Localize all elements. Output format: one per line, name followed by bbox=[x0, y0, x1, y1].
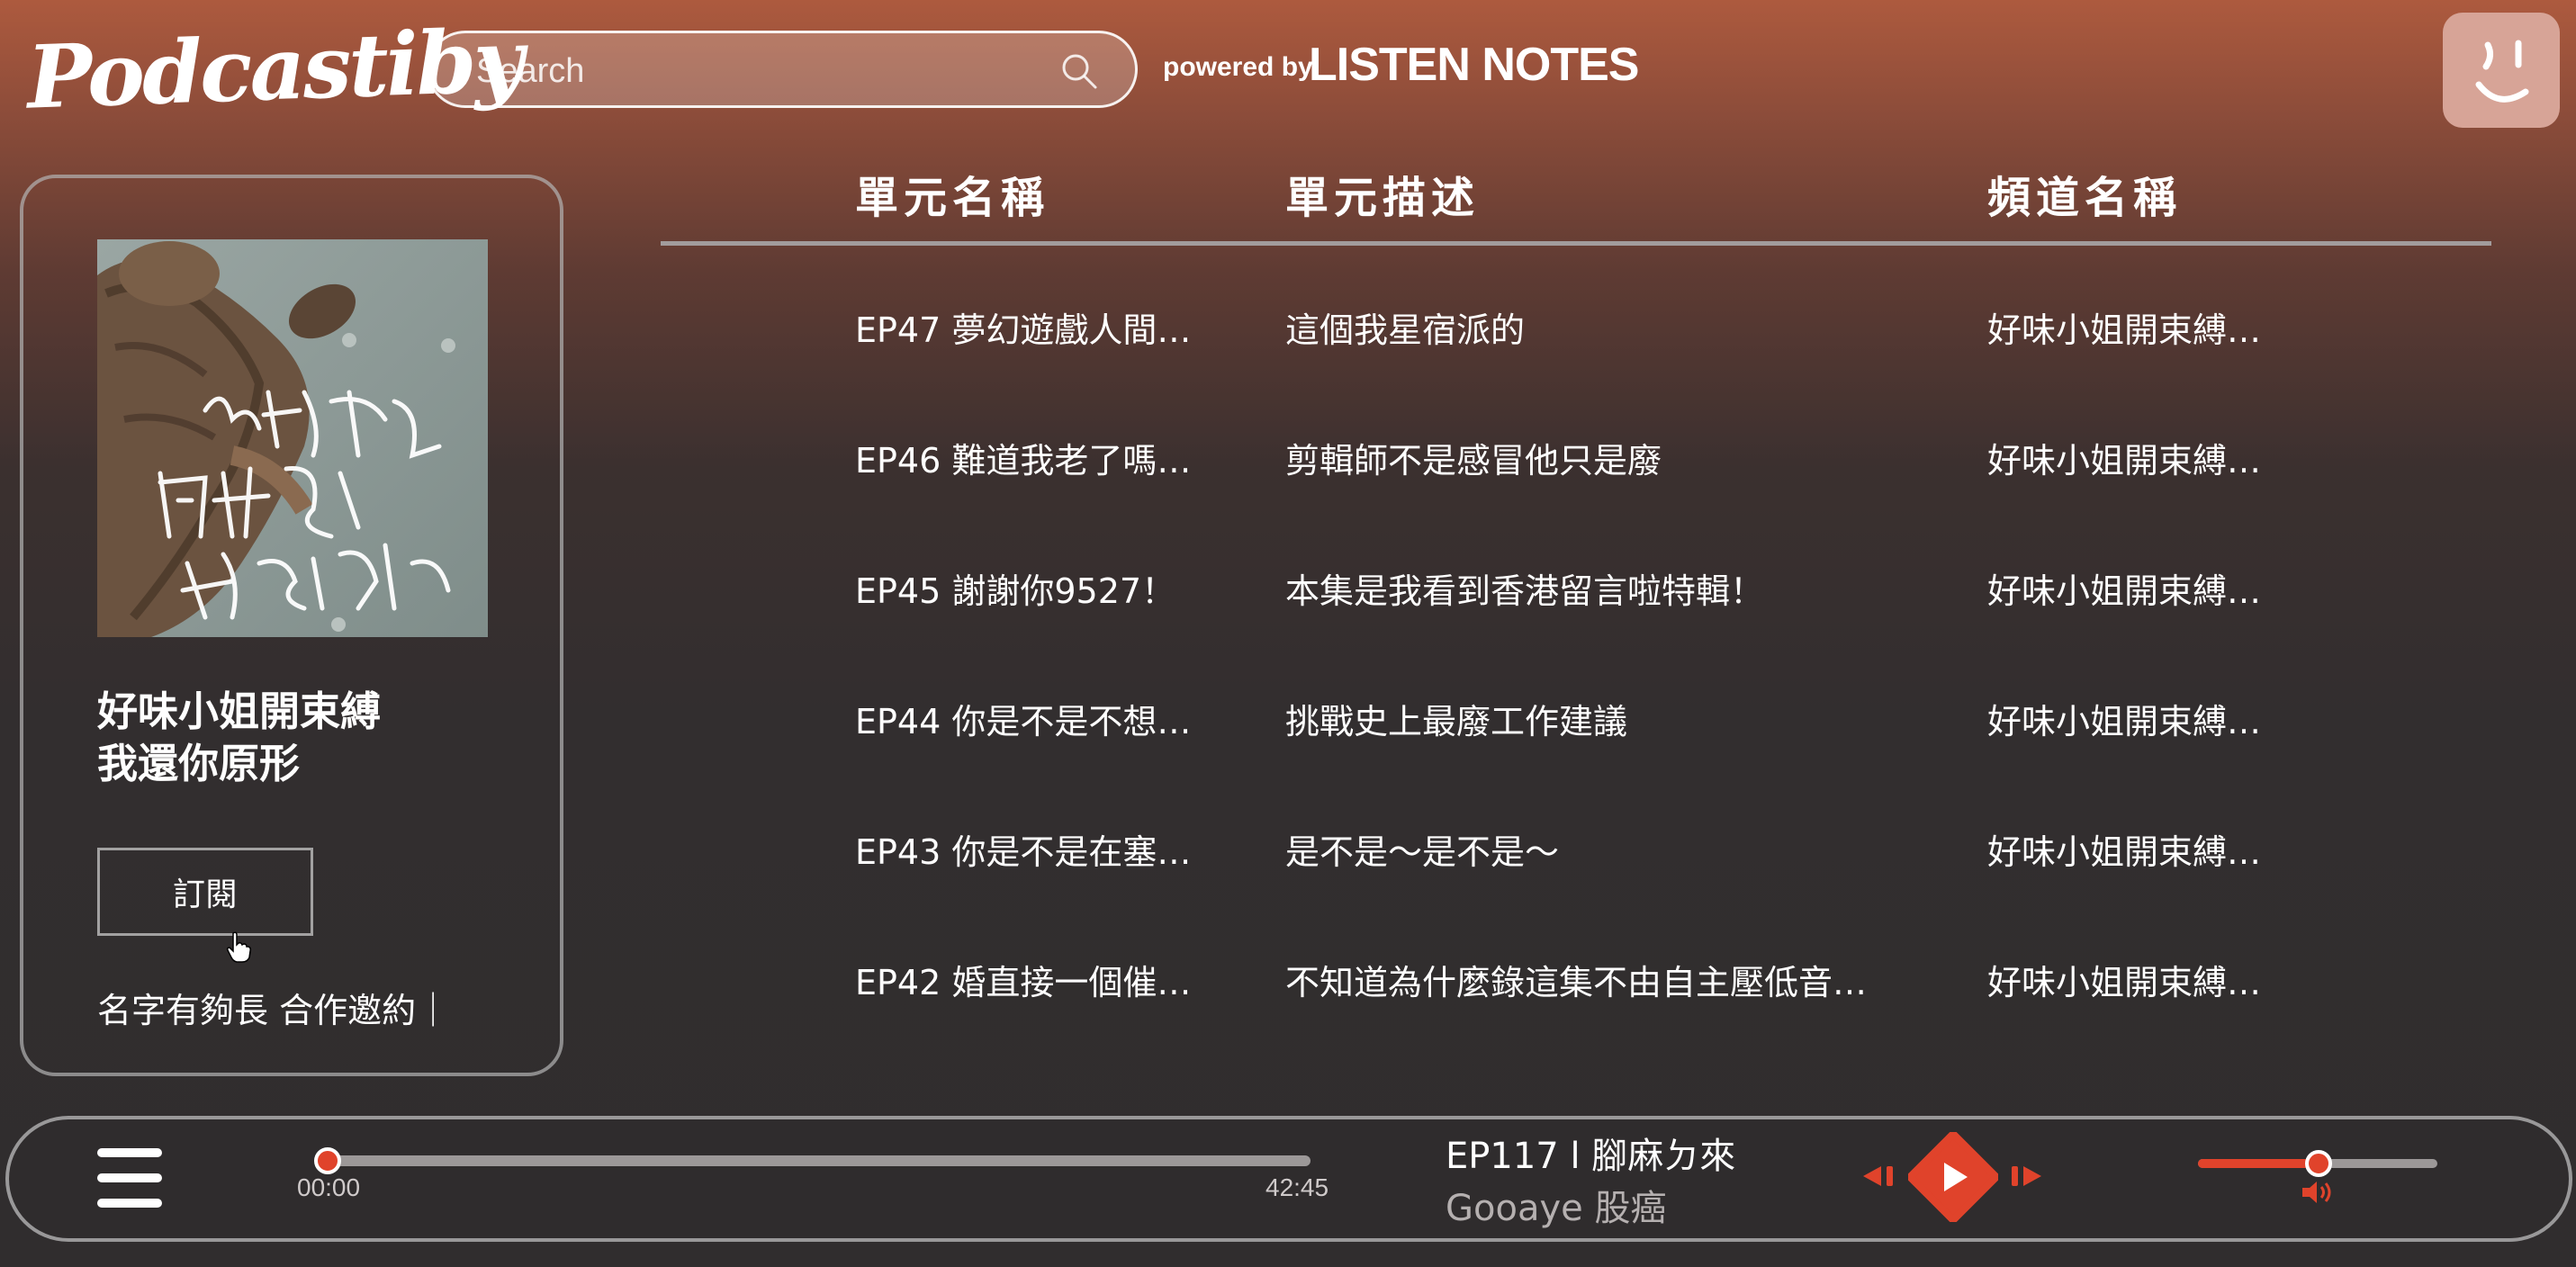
table-row[interactable]: EP43 你是不是在塞… 是不是～是不是～ 好味小姐開束縛… bbox=[0, 824, 2576, 923]
channel-name-cell[interactable]: 好味小姐開束縛… bbox=[1987, 302, 2261, 352]
rewind-icon[interactable] bbox=[1863, 1163, 1899, 1190]
now-playing-artist: Gooaye 股癌 bbox=[1446, 1188, 1667, 1229]
search-bar[interactable] bbox=[427, 31, 1138, 108]
current-time: 00:00 bbox=[297, 1173, 361, 1201]
episode-description-cell: 本集是我看到香港留言啦特輯！ bbox=[1285, 571, 1765, 611]
table-row[interactable]: EP47 夢幻遊戲人間… 這個我星宿派的 好味小姐開束縛… bbox=[0, 302, 2576, 401]
progress-track[interactable] bbox=[328, 1155, 1311, 1166]
table-row[interactable]: EP42 婚直接一個催… 不知道為什麼錄這集不由自主壓低音… 好味小姐開束縛… bbox=[0, 955, 2576, 1054]
episode-description-cell: 這個我星宿派的 bbox=[1285, 310, 1526, 350]
episode-title-cell[interactable]: EP42 婚直接一個催… bbox=[855, 955, 1191, 1004]
table-header-divider bbox=[661, 241, 2491, 246]
volume-level-fill bbox=[2198, 1159, 2319, 1168]
channel-name-cell[interactable]: 好味小姐開束縛… bbox=[1987, 433, 2261, 482]
table-row[interactable]: EP44 你是不是不想… 挑戰史上最廢工作建議 好味小姐開束縛… bbox=[0, 694, 2576, 793]
progress-handle[interactable] bbox=[314, 1147, 341, 1174]
channel-name-cell[interactable]: 好味小姐開束縛… bbox=[1987, 563, 2261, 613]
episode-title-cell[interactable]: EP43 你是不是在塞… bbox=[855, 824, 1191, 874]
episode-description-cell: 是不是～是不是～ bbox=[1285, 832, 1560, 872]
search-input[interactable] bbox=[474, 48, 1018, 94]
volume-speaker-icon[interactable] bbox=[2301, 1179, 2337, 1206]
table-row[interactable]: EP45 謝謝你9527！ 本集是我看到香港留言啦特輯！ 好味小姐開束縛… bbox=[0, 563, 2576, 662]
episode-title-cell[interactable]: EP47 夢幻遊戲人間… bbox=[855, 302, 1191, 352]
user-avatar-button[interactable] bbox=[2443, 13, 2560, 128]
column-header-episode-title: 單元名稱 bbox=[855, 173, 1050, 223]
channel-name-cell[interactable]: 好味小姐開束縛… bbox=[1987, 824, 2261, 874]
powered-by-label: powered by bbox=[1163, 52, 1313, 82]
episode-title-cell[interactable]: EP46 難道我老了嗎… bbox=[855, 433, 1191, 482]
fast-forward-icon[interactable] bbox=[2005, 1163, 2041, 1190]
episode-description-cell: 挑戰史上最廢工作建議 bbox=[1285, 702, 1628, 741]
table-row[interactable]: EP46 難道我老了嗎… 剪輯師不是感冒他只是廢 好味小姐開束縛… bbox=[0, 433, 2576, 532]
search-icon[interactable] bbox=[1059, 51, 1099, 91]
episode-description-cell: 剪輯師不是感冒他只是廢 bbox=[1285, 441, 1662, 481]
menu-hamburger-icon[interactable] bbox=[97, 1148, 162, 1209]
episode-title-cell[interactable]: EP45 謝謝你9527！ bbox=[855, 563, 1175, 613]
episode-title-cell[interactable]: EP44 你是不是不想… bbox=[855, 694, 1191, 743]
duration-time: 42:45 bbox=[1265, 1173, 1329, 1201]
now-playing-title: EP117 l 腳麻ㄉ來 bbox=[1446, 1136, 1736, 1177]
smiley-face-icon bbox=[2475, 40, 2529, 103]
volume-handle[interactable] bbox=[2305, 1150, 2332, 1177]
channel-name-cell[interactable]: 好味小姐開束縛… bbox=[1987, 955, 2261, 1004]
column-header-episode-description: 單元描述 bbox=[1285, 173, 1481, 223]
channel-name-cell[interactable]: 好味小姐開束縛… bbox=[1987, 694, 2261, 743]
episode-description-cell: 不知道為什麼錄這集不由自主壓低音… bbox=[1285, 963, 1868, 1002]
listen-notes-brand: LISTEN NOTES bbox=[1309, 39, 1639, 91]
play-button[interactable] bbox=[1908, 1132, 1998, 1222]
column-header-channel-name: 頻道名稱 bbox=[1987, 173, 2183, 223]
